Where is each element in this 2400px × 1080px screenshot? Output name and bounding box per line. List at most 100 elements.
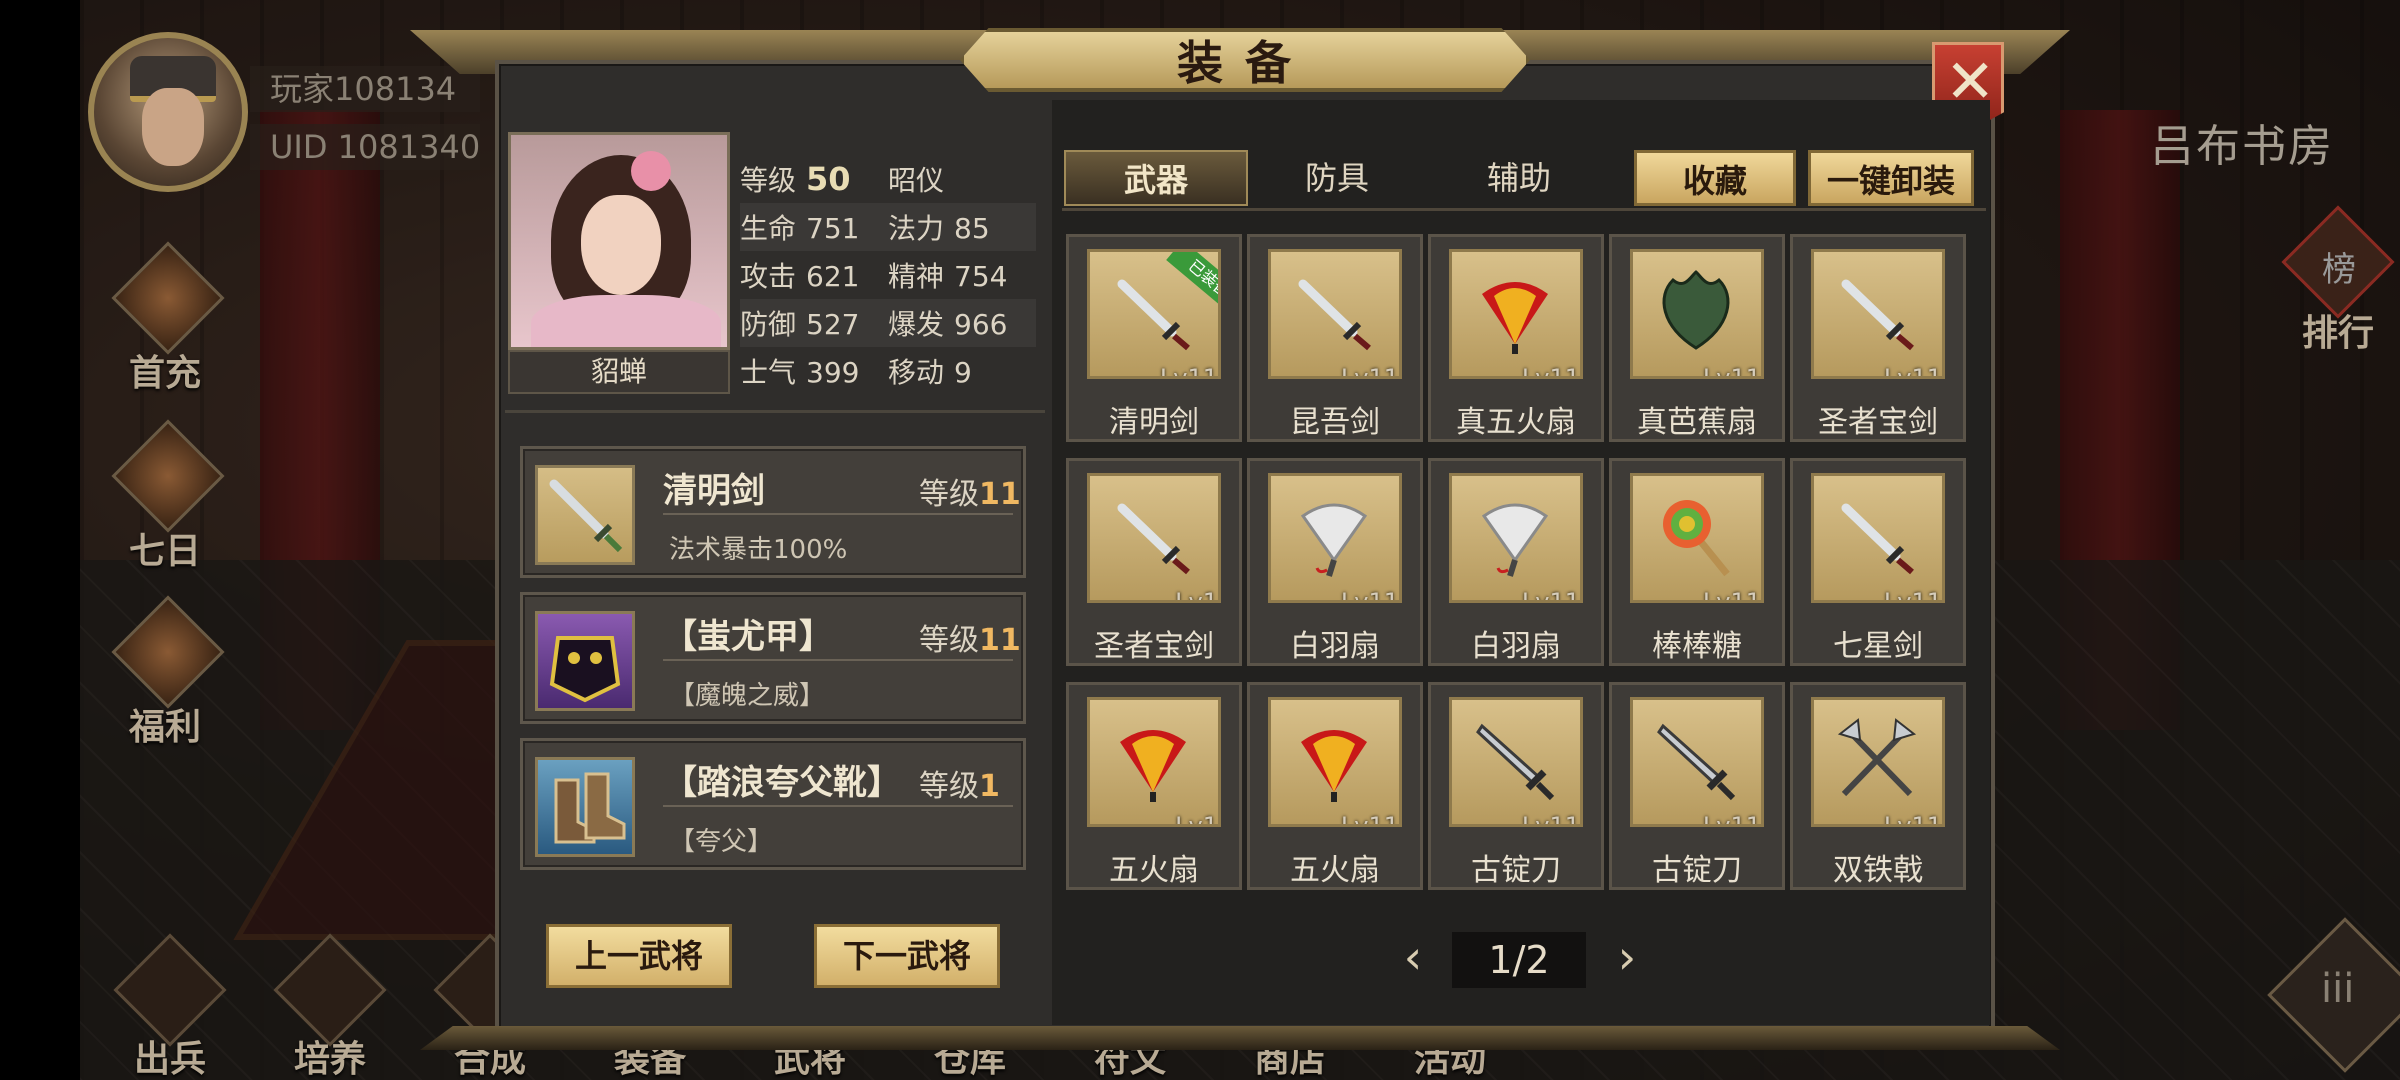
equipped-desc: 法术暴击100% — [669, 535, 848, 565]
unequip-all-button[interactable]: 一键卸装 — [1808, 150, 1974, 206]
pager: ‹ 1/2 › — [1390, 928, 1650, 990]
item-cell[interactable]: Lv11 棒棒糖 — [1609, 458, 1785, 666]
item-cell[interactable]: Lv11 双铁戟 — [1790, 682, 1966, 890]
nav-dispatch[interactable]: 出兵 — [95, 933, 245, 1080]
nav-train[interactable]: 培养 — [255, 933, 405, 1080]
item-level: Lv11 — [1883, 588, 1942, 603]
tab-weapon[interactable]: 武器 — [1064, 150, 1248, 206]
item-frame: Lv11 — [1268, 473, 1402, 603]
item-frame: Lv11 — [1630, 697, 1764, 827]
stat-label: 法力 — [888, 212, 945, 245]
first-recharge-button[interactable]: 首充 — [100, 241, 230, 398]
item-frame: Lv11 — [1268, 249, 1402, 379]
equipped-desc: 【夸父】 — [669, 827, 774, 857]
stat-value: 399 — [806, 356, 860, 389]
item-cell[interactable]: Lv11 真芭蕉扇 — [1609, 234, 1785, 442]
item-cell[interactable]: Lv1 圣者宝剑 — [1066, 458, 1242, 666]
slot-divider — [663, 659, 1013, 661]
item-name: 清明剑 — [1109, 405, 1199, 440]
item-frame: Lv11 — [1449, 473, 1583, 603]
item-level: Lv11 — [1159, 364, 1218, 379]
item-name: 古锭刀 — [1652, 853, 1742, 888]
item-frame: Lv1 — [1087, 473, 1221, 603]
prev-page-arrow-icon[interactable]: ‹ — [1390, 928, 1436, 990]
item-frame: Lv11 已装备 — [1087, 249, 1221, 379]
ranking-label: 排行 — [2302, 313, 2375, 354]
tab-divider — [1062, 208, 1986, 211]
item-name: 棒棒糖 — [1652, 629, 1742, 664]
item-name: 双铁戟 — [1833, 853, 1923, 888]
item-frame: Lv1 — [1087, 697, 1221, 827]
item-cell[interactable]: Lv11 已装备清明剑 — [1066, 234, 1242, 442]
item-level: Lv11 — [1340, 364, 1399, 379]
ranking-button[interactable]: 榜 排行 — [2278, 205, 2398, 354]
item-level: Lv11 — [1340, 812, 1399, 827]
treasure-icon — [111, 595, 225, 709]
equipment-tabs: 武器 防具 辅助 收藏 一键卸装 — [1062, 150, 1980, 206]
item-cell[interactable]: Lv11 白羽扇 — [1247, 458, 1423, 666]
stat-row-level: 等级 50 昭仪 — [740, 155, 1036, 203]
item-frame: Lv11 — [1811, 249, 1945, 379]
item-cell[interactable]: Lv1 五火扇 — [1066, 682, 1242, 890]
scroll-icon — [111, 419, 225, 533]
equipped-accessory-slot[interactable]: 【踏浪夸父靴】 等级1 【夸父】 — [520, 738, 1026, 870]
level-value: 11 — [979, 623, 1021, 658]
stat-value: 966 — [954, 308, 1008, 341]
item-frame: Lv11 — [1449, 697, 1583, 827]
stat-row: 士气 399 移动 9 — [740, 347, 1036, 395]
equipped-level: 等级11 — [919, 615, 1021, 659]
item-level: Lv11 — [1521, 812, 1580, 827]
item-frame: Lv11 — [1630, 249, 1764, 379]
equipped-armor-slot[interactable]: 【蚩尤甲】 等级11 【魔魄之威】 — [520, 592, 1026, 724]
item-name: 昆吾剑 — [1290, 405, 1380, 440]
next-page-arrow-icon[interactable]: › — [1604, 928, 1650, 990]
item-frame: Lv11 — [1268, 697, 1402, 827]
menu-icon: iii — [2321, 966, 2355, 1013]
welfare-button[interactable]: 福利 — [100, 595, 230, 752]
item-level: Lv11 — [1883, 812, 1942, 827]
ranking-icon-text: 榜 — [2322, 250, 2356, 290]
item-cell[interactable]: Lv11 五火扇 — [1247, 682, 1423, 890]
item-level: Lv1 — [1175, 588, 1218, 603]
hero-portrait — [508, 132, 730, 350]
item-cell[interactable]: Lv11 真五火扇 — [1428, 234, 1604, 442]
item-cell[interactable]: Lv11 古锭刀 — [1609, 682, 1785, 890]
modal-bottom-rail — [420, 1026, 2060, 1050]
stat-value: 621 — [806, 260, 860, 293]
tab-assist[interactable]: 辅助 — [1434, 150, 1604, 206]
boots-icon — [535, 757, 635, 857]
item-name: 白羽扇 — [1471, 629, 1561, 664]
item-cell[interactable]: Lv11 昆吾剑 — [1247, 234, 1423, 442]
equipped-desc: 【魔魄之威】 — [669, 681, 826, 711]
favorite-button[interactable]: 收藏 — [1634, 150, 1796, 206]
next-hero-button[interactable]: 下一武将 — [814, 924, 1000, 988]
item-name: 白羽扇 — [1290, 629, 1380, 664]
item-frame: Lv11 — [1630, 473, 1764, 603]
item-grid: Lv11 已装备 清明剑 Lv11 昆吾剑 Lv11 真五火扇 Lv11 真芭蕉扇 Lv11 圣者宝… — [1066, 234, 1982, 894]
item-name: 七星剑 — [1833, 629, 1923, 664]
item-cell[interactable]: Lv11 七星剑 — [1790, 458, 1966, 666]
modal-title-plate: 装备 — [960, 28, 1530, 92]
item-name: 古锭刀 — [1471, 853, 1561, 888]
equipped-weapon-slot[interactable]: 清明剑 等级11 法术暴击100% — [520, 446, 1026, 578]
level-label: 等级 — [740, 164, 797, 197]
portrait-face — [581, 195, 661, 295]
slot-divider — [663, 805, 1013, 807]
item-cell[interactable]: Lv11 古锭刀 — [1428, 682, 1604, 890]
tab-armor[interactable]: 防具 — [1252, 150, 1422, 206]
nav-label: 培养 — [293, 1039, 366, 1080]
hero-rank: 昭仪 — [888, 164, 945, 197]
prev-hero-button[interactable]: 上一武将 — [546, 924, 732, 988]
side-button-label: 七日 — [128, 531, 201, 572]
item-cell[interactable]: Lv11 圣者宝剑 — [1790, 234, 1966, 442]
room-title: 吕布书房 — [2150, 121, 2334, 172]
item-name: 五火扇 — [1109, 853, 1199, 888]
hero-stats: 等级 50 昭仪 生命 751 法力 85 攻击 621 精神 754 防御 527 爆发 9… — [740, 155, 1036, 395]
item-level: Lv11 — [1521, 588, 1580, 603]
player-avatar[interactable] — [88, 32, 248, 192]
stat-label: 士气 — [740, 356, 797, 389]
seven-day-button[interactable]: 七日 — [100, 419, 230, 576]
level-value: 1 — [979, 769, 1000, 804]
stat-row: 攻击 621 精神 754 — [740, 251, 1036, 299]
item-cell[interactable]: Lv11 白羽扇 — [1428, 458, 1604, 666]
